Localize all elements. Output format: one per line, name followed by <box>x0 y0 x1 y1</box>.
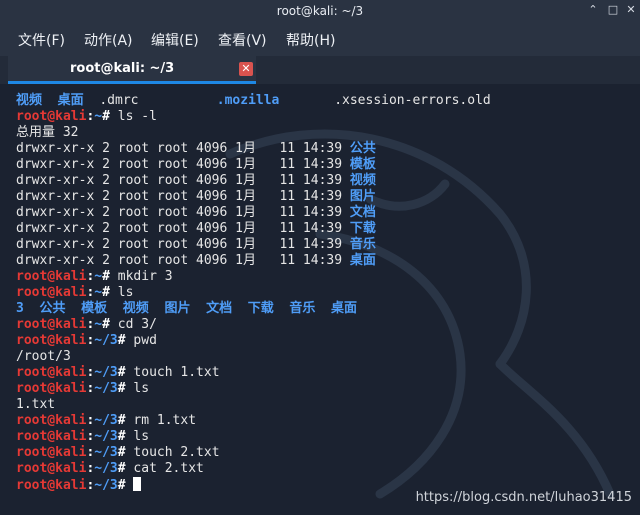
menu-bar: 文件(F) 动作(A) 编辑(E) 查看(V) 帮助(H) <box>0 22 640 56</box>
terminal-line: root@kali:~# ls <box>16 285 134 300</box>
terminal-line: root@kali:~# cd 3/ <box>16 317 157 332</box>
terminal-line: 总用量 32 <box>16 125 79 140</box>
terminal-line: root@kali:~/3# rm 1.txt <box>16 413 197 428</box>
tab-terminal[interactable]: root@kali: ~/3 ✕ <box>8 56 256 84</box>
cursor <box>133 477 142 491</box>
terminal-line: root@kali:~/3# ls <box>16 429 150 444</box>
terminal-line: drwxr-xr-x 2 root root 4096 1月 11 14:39 … <box>16 189 376 204</box>
menu-file[interactable]: 文件(F) <box>18 30 65 50</box>
terminal-line: 视频 桌面 .dmrc .mozilla .xsession-errors.ol… <box>16 93 491 108</box>
terminal-line: 1.txt <box>16 397 56 412</box>
minimize-icon[interactable]: ⌃ <box>586 3 600 17</box>
terminal-line: drwxr-xr-x 2 root root 4096 1月 11 14:39 … <box>16 253 376 268</box>
tab-close-icon[interactable]: ✕ <box>239 62 253 76</box>
terminal-line: root@kali:~/3# touch 2.txt <box>16 445 220 460</box>
maximize-icon[interactable]: □ <box>606 3 620 17</box>
terminal-line: /root/3 <box>16 349 71 364</box>
terminal-line: root@kali:~/3# ls <box>16 381 150 396</box>
terminal-line: root@kali:~# ls -l <box>16 109 157 124</box>
terminal-line: 3 公共 模板 视频 图片 文档 下载 音乐 桌面 <box>16 301 358 316</box>
watermark-text: https://blog.csdn.net/luhao31415 <box>415 490 632 505</box>
terminal-output: 视频 桌面 .dmrc .mozilla .xsession-errors.ol… <box>16 93 491 493</box>
terminal-line: drwxr-xr-x 2 root root 4096 1月 11 14:39 … <box>16 157 376 172</box>
tab-label: root@kali: ~/3 <box>70 61 175 76</box>
window-titlebar: root@kali: ~/3 ⌃ □ ✕ <box>0 0 640 22</box>
terminal-line: root@kali:~/3# pwd <box>16 333 157 348</box>
menu-view[interactable]: 查看(V) <box>218 30 267 50</box>
window-title: root@kali: ~/3 <box>276 4 364 18</box>
terminal-area[interactable]: 视频 桌面 .dmrc .mozilla .xsession-errors.ol… <box>0 84 640 515</box>
menu-help[interactable]: 帮助(H) <box>286 30 335 50</box>
terminal-line: drwxr-xr-x 2 root root 4096 1月 11 14:39 … <box>16 141 376 156</box>
terminal-line: drwxr-xr-x 2 root root 4096 1月 11 14:39 … <box>16 205 376 220</box>
terminal-line: drwxr-xr-x 2 root root 4096 1月 11 14:39 … <box>16 173 376 188</box>
terminal-line: drwxr-xr-x 2 root root 4096 1月 11 14:39 … <box>16 221 376 236</box>
tab-bar: root@kali: ~/3 ✕ <box>0 56 640 84</box>
close-icon[interactable]: ✕ <box>624 3 638 17</box>
menu-action[interactable]: 动作(A) <box>84 30 133 50</box>
terminal-line: drwxr-xr-x 2 root root 4096 1月 11 14:39 … <box>16 237 376 252</box>
terminal-line: root@kali:~/3# cat 2.txt <box>16 461 204 476</box>
terminal-line: root@kali:~# mkdir 3 <box>16 269 173 284</box>
menu-edit[interactable]: 编辑(E) <box>151 30 199 50</box>
terminal-line: root@kali:~/3# touch 1.txt <box>16 365 220 380</box>
